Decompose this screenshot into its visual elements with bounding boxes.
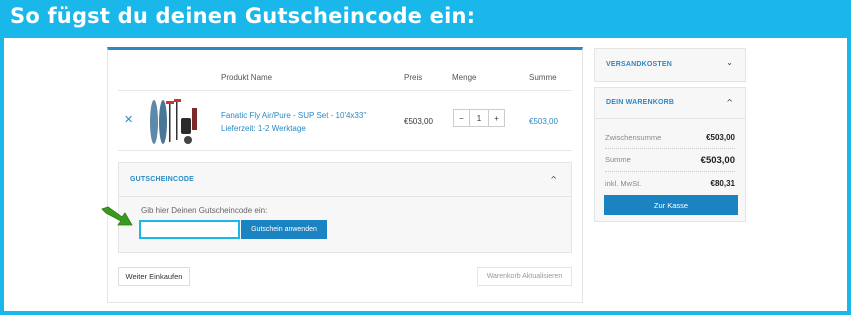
cart-table: Produkt Name Preis Menge Summe ✕ Fanatic…	[107, 47, 583, 303]
coupon-divider	[119, 196, 571, 197]
cart-totals-title[interactable]: DEIN WARENKORB	[606, 99, 674, 106]
coupon-code-input[interactable]	[139, 220, 240, 239]
tax-row: inkl. MwSt. €80,31	[605, 179, 735, 188]
arrow-pointer-icon	[101, 206, 133, 226]
item-price: €503,00	[404, 117, 433, 126]
tax-label: inkl. MwSt.	[605, 179, 642, 188]
coupon-section: GUTSCHEINCODE ^ Gib hier Deinen Gutschei…	[118, 162, 572, 253]
subtotal-label: Zwischensumme	[605, 133, 662, 142]
header-divider	[118, 90, 572, 91]
apply-coupon-button[interactable]: Gutschein anwenden	[241, 220, 327, 239]
shipping-title[interactable]: VERSANDKOSTEN	[606, 61, 672, 68]
close-icon[interactable]: ✕	[124, 113, 133, 126]
update-cart-button[interactable]: Warenkorb Aktualisieren	[477, 267, 572, 286]
row-divider	[118, 150, 572, 151]
total-label: Summe	[605, 155, 631, 164]
column-header-price: Preis	[404, 73, 423, 82]
column-header-product: Produkt Name	[221, 73, 273, 82]
delivery-time: Lieferzeit: 1-2 Werktage	[221, 124, 306, 133]
continue-shopping-button[interactable]: Weiter Einkaufen	[118, 267, 190, 286]
row-separator	[605, 148, 735, 149]
row-separator	[605, 171, 735, 172]
total-value: €503,00	[700, 155, 735, 166]
quantity-stepper[interactable]: − 1 +	[453, 109, 505, 127]
total-row: Summe €503,00	[605, 155, 735, 166]
cart-totals-panel: DEIN WARENKORB ^ Zwischensumme €503,00 S…	[594, 87, 746, 222]
coupon-title[interactable]: GUTSCHEINCODE	[130, 176, 194, 183]
banner-title: So fügst du deinen Gutscheincode ein:	[10, 4, 476, 28]
product-name-link[interactable]: Fanatic Fly Air/Pure - SUP Set - 10'4x33…	[221, 111, 366, 120]
subtotal-row: Zwischensumme €503,00	[605, 133, 735, 142]
totals-divider	[595, 118, 745, 119]
decrease-quantity-button[interactable]: −	[454, 110, 469, 126]
product-thumbnail[interactable]	[148, 98, 198, 146]
item-sum: €503,00	[529, 117, 558, 126]
tax-value: €80,31	[710, 179, 735, 188]
checkout-button[interactable]: Zur Kasse	[604, 195, 738, 215]
column-header-quantity: Menge	[452, 73, 477, 82]
column-header-sum: Summe	[529, 73, 557, 82]
coupon-label: Gib hier Deinen Gutscheincode ein:	[141, 206, 268, 215]
chevron-down-icon[interactable]: ⌄	[726, 58, 733, 67]
chevron-up-icon[interactable]: ^	[550, 175, 557, 184]
quantity-value[interactable]: 1	[469, 110, 489, 126]
increase-quantity-button[interactable]: +	[489, 110, 504, 126]
shipping-panel[interactable]: VERSANDKOSTEN ⌄	[594, 48, 746, 82]
subtotal-value: €503,00	[706, 133, 735, 142]
chevron-up-icon[interactable]: ^	[726, 98, 733, 107]
